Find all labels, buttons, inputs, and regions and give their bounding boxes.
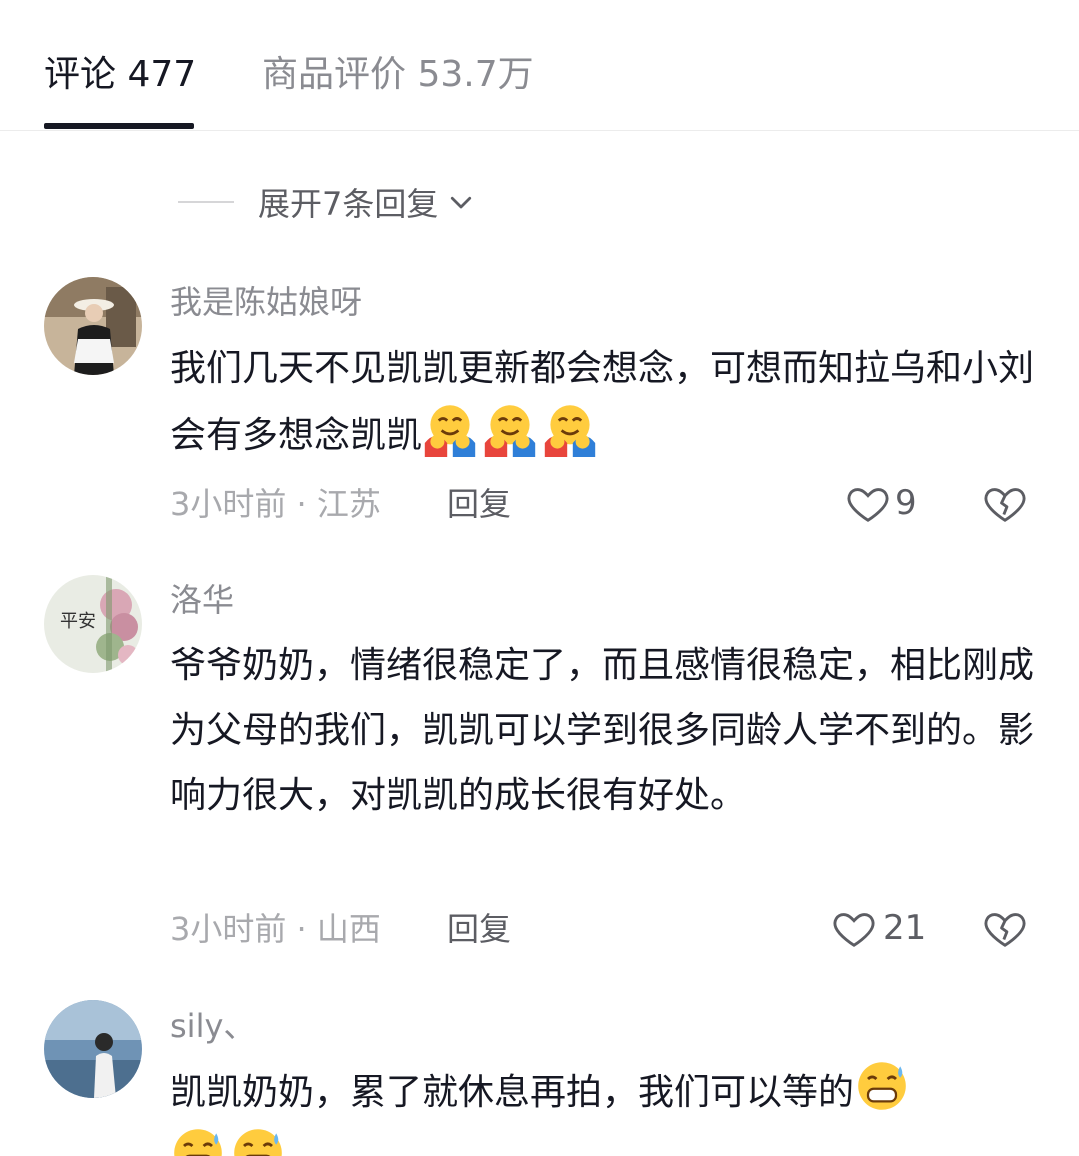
like-count: 9 — [895, 483, 917, 523]
chevron-down-icon — [451, 196, 472, 209]
heart-outline-icon — [833, 913, 875, 947]
reply-button[interactable]: 回复 — [447, 909, 511, 949]
svg-text:平安: 平安 — [60, 611, 96, 631]
comment-username[interactable]: sily、 — [170, 1006, 255, 1046]
comment-text: 我们几天不见凯凯更新都会想念，可想而知拉乌和小刘会有多想念凯凯 — [170, 348, 1035, 457]
hugging-face-emoji — [542, 405, 602, 457]
comment-text: 凯凯奶奶，累了就休息再拍，我们可以等的 — [170, 1058, 1040, 1156]
dislike-button[interactable] — [982, 905, 1028, 951]
like-button[interactable]: 9 — [845, 480, 917, 526]
broken-heart-icon — [984, 913, 1026, 947]
hugging-face-emoji — [422, 405, 482, 457]
expand-replies-label: 展开7条回复 — [258, 185, 439, 223]
comment-time-location: 3小时前 · 江苏 — [170, 485, 381, 523]
avatar[interactable] — [44, 1000, 142, 1098]
grinning-sweat-emoji — [170, 1129, 230, 1156]
tab-comments[interactable]: 评论 477 — [44, 52, 196, 98]
comment-text: 爷爷奶奶，情绪很稳定了，而且感情很稳定，相比刚成为父母的我们，凯凯可以学到很多同… — [170, 645, 1035, 816]
comment-username[interactable]: 我是陈姑娘呀 — [170, 282, 362, 322]
grinning-sweat-emoji — [230, 1129, 290, 1156]
like-count: 21 — [883, 908, 927, 948]
tab-bar: 评论 477 商品评价 53.7万 — [0, 0, 1079, 131]
dislike-button[interactable] — [982, 480, 1028, 526]
reply-button[interactable]: 回复 — [447, 484, 511, 524]
avatar[interactable]: 平安 — [44, 575, 142, 673]
broken-heart-icon — [984, 488, 1026, 522]
expand-replies-button[interactable]: 展开7条回复 — [178, 178, 476, 226]
divider-line — [178, 201, 234, 203]
grinning-sweat-emoji — [854, 1062, 914, 1113]
tab-product-reviews[interactable]: 商品评价 53.7万 — [262, 52, 534, 98]
comment-username[interactable]: 洛华 — [170, 580, 234, 620]
avatar[interactable] — [44, 277, 142, 375]
like-button[interactable]: 21 — [831, 905, 926, 951]
comment-time-location: 3小时前 · 山西 — [170, 910, 381, 948]
heart-outline-icon — [847, 488, 889, 522]
hugging-face-emoji — [482, 405, 542, 457]
active-tab-indicator — [44, 123, 194, 129]
